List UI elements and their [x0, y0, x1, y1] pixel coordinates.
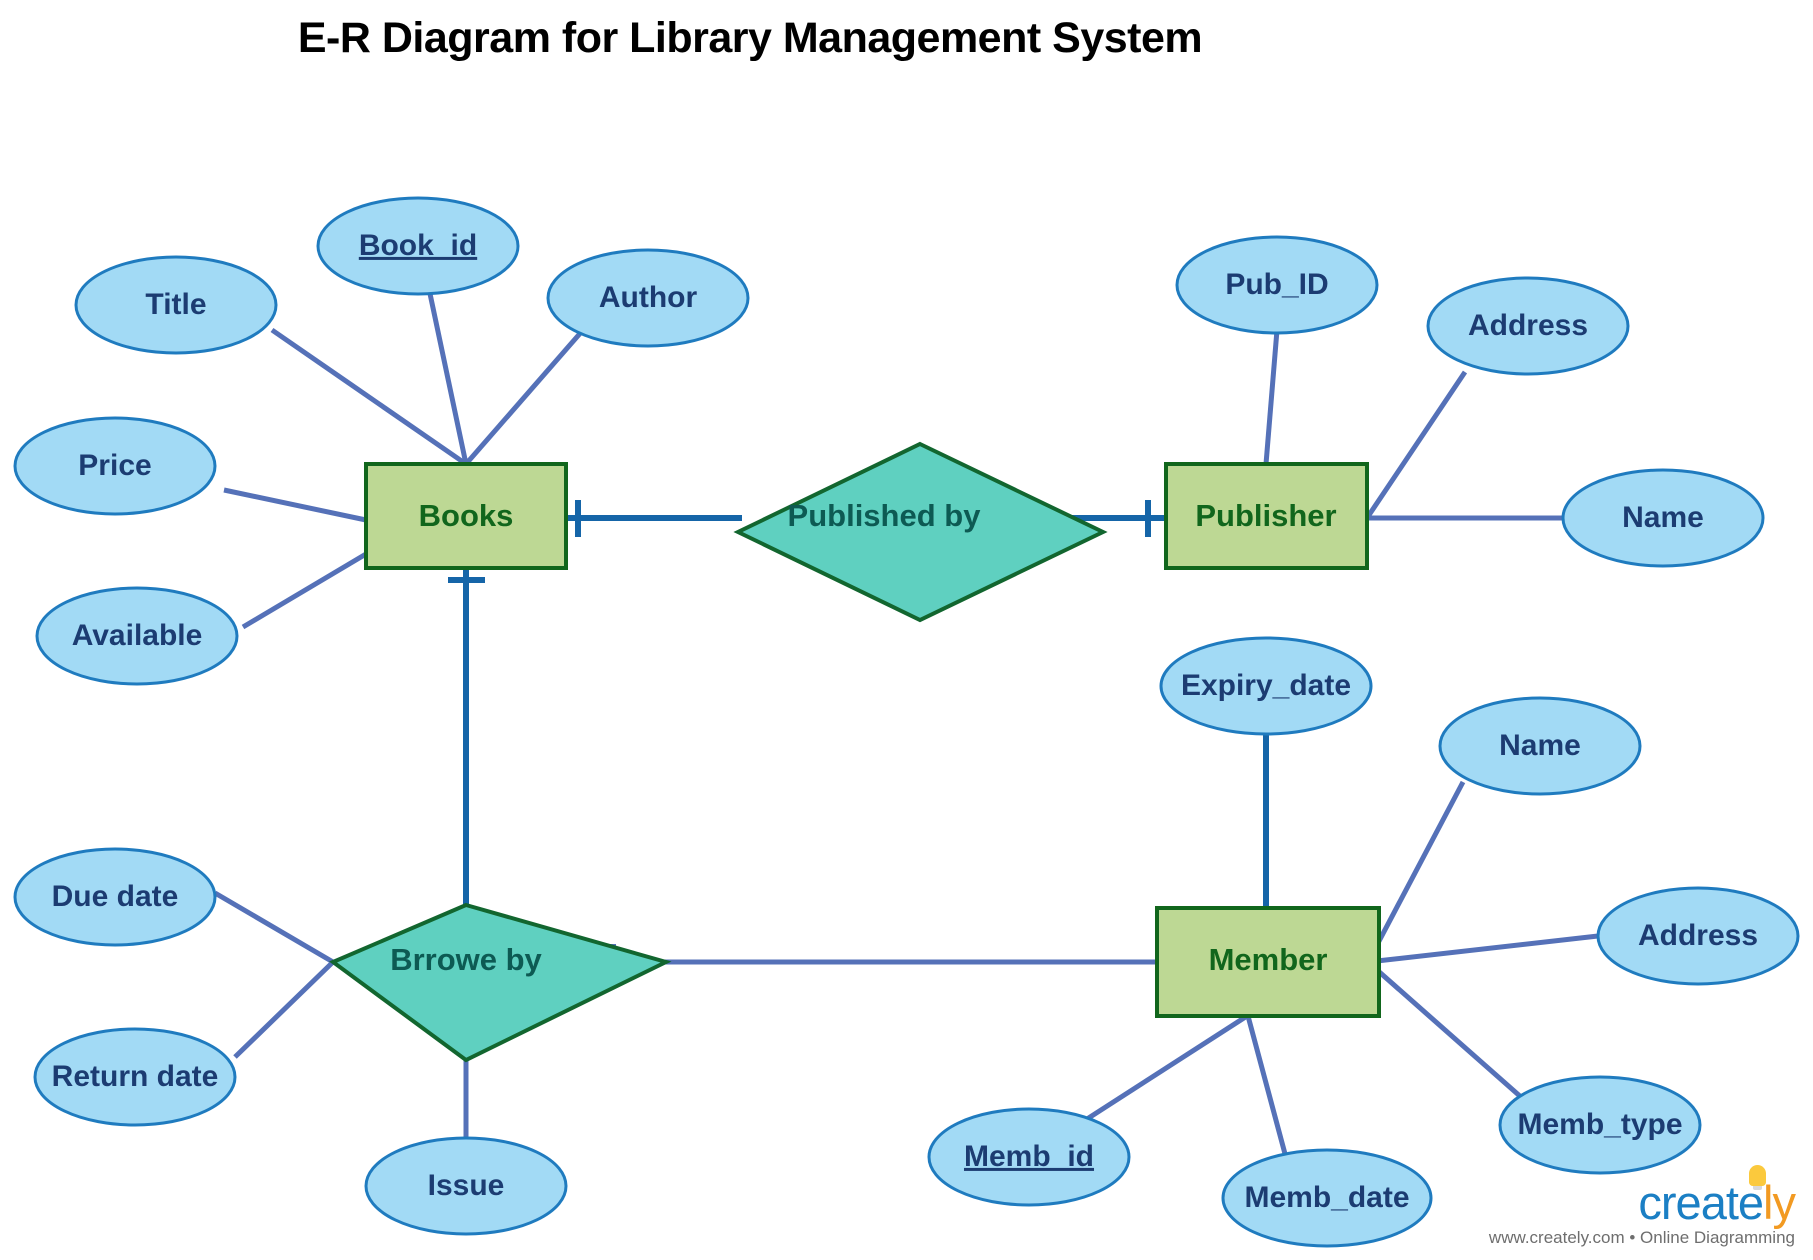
- link-title-books: [270, 327, 468, 467]
- link-bookid-books: [422, 269, 469, 465]
- entity-publisher-label: Publisher: [1195, 498, 1336, 533]
- attribute-available-label: Available: [72, 619, 203, 652]
- attribute-expiry-date[interactable]: Expiry_date: [1159, 636, 1373, 736]
- attribute-pub-id-label: Pub_ID: [1225, 268, 1328, 301]
- link-pubid-publisher: [1263, 329, 1280, 465]
- creately-tagline: www.creately.com • Online Diagramming: [1488, 1228, 1795, 1247]
- link-available-books: [241, 551, 368, 630]
- lightbulb-icon: [1749, 1165, 1766, 1190]
- attribute-book-id-label: Book_id: [359, 229, 477, 262]
- link-price-books: [223, 487, 367, 523]
- er-diagram-canvas: E-R Diagram for Library Management Syste…: [0, 0, 1813, 1260]
- connector-lines: [213, 269, 1599, 1166]
- attribute-price[interactable]: Price: [13, 416, 217, 516]
- attribute-author-label: Author: [599, 281, 698, 314]
- entity-publisher[interactable]: Publisher: [1164, 462, 1369, 570]
- attribute-mem-address[interactable]: Address: [1596, 886, 1800, 986]
- attribute-memb-type[interactable]: Memb_type: [1498, 1075, 1702, 1175]
- entity-member-label: Member: [1209, 942, 1328, 977]
- attribute-pub-name[interactable]: Name: [1561, 468, 1765, 568]
- attribute-memb-date-label: Memb_date: [1244, 1181, 1409, 1214]
- link-membtype-member: [1366, 960, 1532, 1107]
- creately-logo: creately: [1638, 1165, 1796, 1229]
- link-memname-member: [1365, 780, 1466, 964]
- link-memaddress-member: [1367, 933, 1599, 965]
- entity-books[interactable]: Books: [364, 462, 568, 570]
- attribute-issue-label: Issue: [428, 1169, 505, 1202]
- attribute-title[interactable]: Title: [74, 255, 278, 355]
- attribute-pub-address-label: Address: [1468, 309, 1588, 342]
- attribute-title-label: Title: [145, 288, 206, 321]
- relationship-published-by[interactable]: Published by: [733, 441, 1108, 623]
- creately-watermark: creately www.creately.com • Online Diagr…: [1488, 1165, 1796, 1248]
- link-membdate-member: [1245, 1015, 1291, 1166]
- attribute-issue[interactable]: Issue: [364, 1136, 568, 1236]
- creately-logo-part1: create: [1638, 1176, 1764, 1229]
- attribute-memb-id[interactable]: Memb_id: [927, 1107, 1131, 1207]
- relationship-brrowe-by[interactable]: Brrowe by: [329, 902, 672, 1063]
- relationship-brrowe-by-shape[interactable]: [329, 902, 672, 1063]
- attribute-due-date-label: Due date: [52, 880, 179, 913]
- attribute-mem-name[interactable]: Name: [1438, 696, 1642, 796]
- entity-books-label: Books: [419, 498, 514, 533]
- attribute-due-date[interactable]: Due date: [13, 847, 217, 947]
- link-pubaddress-publisher: [1364, 370, 1468, 520]
- attribute-price-label: Price: [78, 449, 151, 482]
- relationship-brrowe-by-label: Brrowe by: [390, 942, 542, 977]
- attribute-return-date-label: Return date: [52, 1060, 219, 1093]
- link-author-books: [464, 320, 592, 466]
- attribute-mem-address-label: Address: [1638, 919, 1758, 952]
- link-returndate-brroweby: [233, 960, 335, 1059]
- attribute-expiry-date-label: Expiry_date: [1181, 669, 1351, 702]
- er-diagram-svg: Books Publisher Member Published by Brro…: [13, 196, 1800, 1248]
- attribute-memb-date[interactable]: Memb_date: [1221, 1148, 1433, 1248]
- attribute-pub-name-label: Name: [1622, 501, 1704, 534]
- creately-logo-part2: ly: [1763, 1176, 1796, 1229]
- relationship-published-by-label: Published by: [788, 498, 982, 533]
- link-duedate-brroweby: [213, 890, 335, 965]
- attribute-pub-address[interactable]: Address: [1426, 276, 1630, 376]
- attribute-return-date[interactable]: Return date: [33, 1027, 237, 1127]
- attribute-book-id[interactable]: Book_id: [316, 196, 520, 296]
- attribute-author[interactable]: Author: [546, 248, 750, 348]
- attribute-available[interactable]: Available: [35, 586, 239, 686]
- attribute-mem-name-label: Name: [1499, 729, 1581, 762]
- entity-member[interactable]: Member: [1155, 906, 1381, 1018]
- attribute-memb-id-label: Memb_id: [964, 1140, 1094, 1173]
- attribute-memb-type-label: Memb_type: [1517, 1108, 1682, 1141]
- attribute-pub-id[interactable]: Pub_ID: [1175, 235, 1379, 335]
